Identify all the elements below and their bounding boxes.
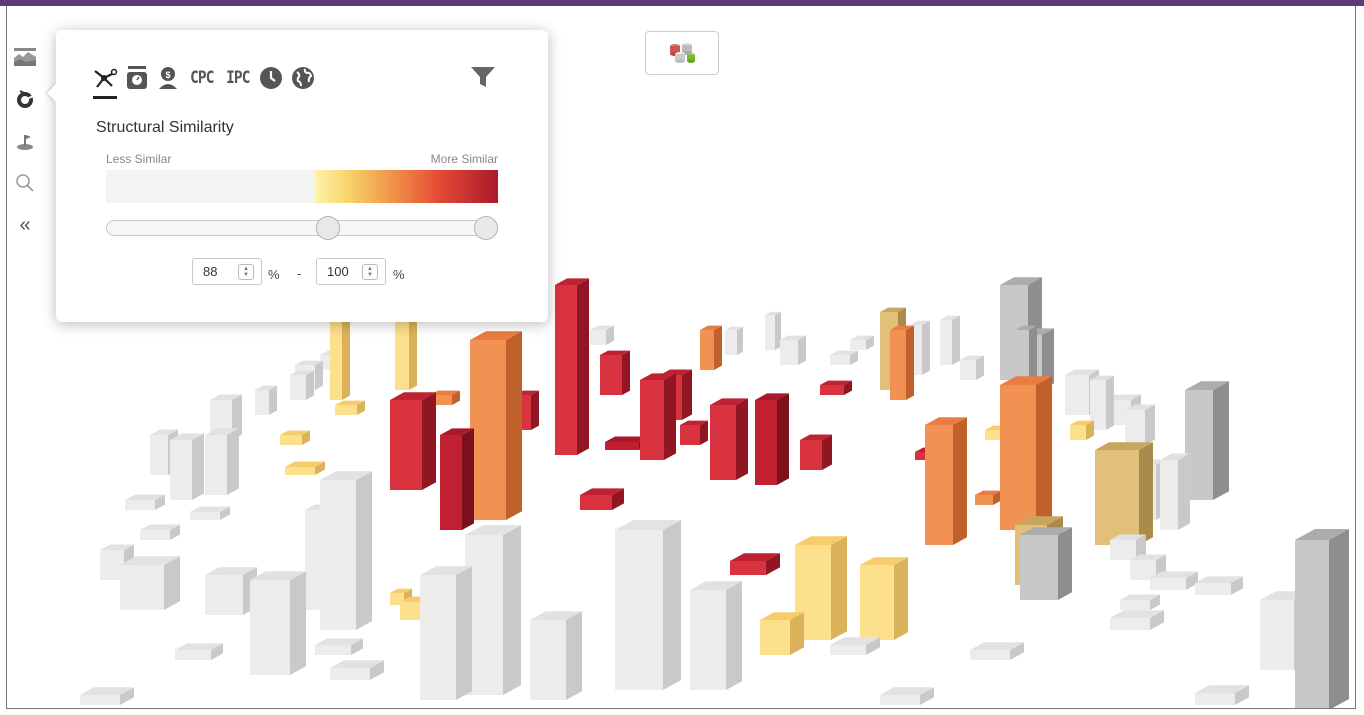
search-icon bbox=[16, 174, 34, 192]
range-slider-track[interactable] bbox=[106, 220, 498, 236]
pin-icon bbox=[17, 135, 33, 150]
tab-cpc-label: CPC bbox=[190, 68, 214, 88]
collapse-button[interactable]: « bbox=[8, 204, 42, 246]
collapse-icon: « bbox=[19, 213, 31, 236]
database-stack-icon bbox=[670, 43, 695, 63]
clock-icon bbox=[260, 67, 283, 89]
max-percent-unit: % bbox=[393, 267, 405, 282]
tab-cpc[interactable]: CPC bbox=[188, 68, 216, 88]
min-spinner-icon[interactable]: ▲ ▼ bbox=[238, 263, 254, 280]
similarity-panel: $ CPC IPC Structural Similarity Less Sim… bbox=[47, 30, 548, 322]
min-percent-value: 88 bbox=[203, 264, 218, 279]
tab-ipc-label: IPC bbox=[225, 68, 250, 88]
landscape-view-button[interactable] bbox=[8, 36, 42, 78]
molecule-structure-icon bbox=[94, 68, 118, 88]
min-percent-unit: % bbox=[268, 267, 280, 282]
tab-weight[interactable] bbox=[126, 66, 148, 90]
max-percent-input[interactable]: 100 ▲ ▼ bbox=[316, 258, 386, 285]
datasets-button[interactable] bbox=[645, 31, 719, 75]
pin-button[interactable] bbox=[8, 120, 42, 162]
panel-pointer bbox=[47, 84, 56, 102]
legend-more-label: More Similar bbox=[430, 152, 498, 166]
range-separator: - bbox=[297, 266, 302, 281]
legend-less-label: Less Similar bbox=[106, 152, 172, 166]
similarity-color-scale bbox=[106, 170, 498, 203]
landscape-icon bbox=[14, 48, 36, 66]
globe-icon bbox=[292, 67, 315, 89]
tab-structural-similarity[interactable] bbox=[92, 66, 118, 99]
tab-geography[interactable] bbox=[291, 66, 315, 90]
left-toolbar: « bbox=[8, 36, 42, 246]
tab-ipc[interactable]: IPC bbox=[224, 68, 252, 88]
tab-applicant[interactable]: $ bbox=[156, 66, 180, 90]
range-slider-min-handle[interactable] bbox=[315, 216, 340, 240]
tab-time[interactable] bbox=[259, 66, 283, 90]
panel-title: Structural Similarity bbox=[96, 119, 234, 136]
min-percent-input[interactable]: 88 ▲ ▼ bbox=[192, 258, 262, 285]
metric-tabs: $ CPC IPC bbox=[92, 62, 323, 99]
filter-button[interactable] bbox=[470, 64, 496, 95]
max-percent-value: 100 bbox=[327, 264, 349, 279]
svg-text:$: $ bbox=[165, 70, 170, 80]
similarity-icon bbox=[17, 90, 34, 108]
max-spinner-icon[interactable]: ▲ ▼ bbox=[362, 263, 378, 280]
search-button[interactable] bbox=[8, 162, 42, 204]
applicant-icon: $ bbox=[159, 67, 177, 89]
range-slider-max-handle[interactable] bbox=[474, 216, 498, 240]
similarity-button[interactable] bbox=[8, 78, 42, 120]
funnel-icon bbox=[471, 67, 495, 87]
weight-scale-icon bbox=[127, 66, 147, 89]
